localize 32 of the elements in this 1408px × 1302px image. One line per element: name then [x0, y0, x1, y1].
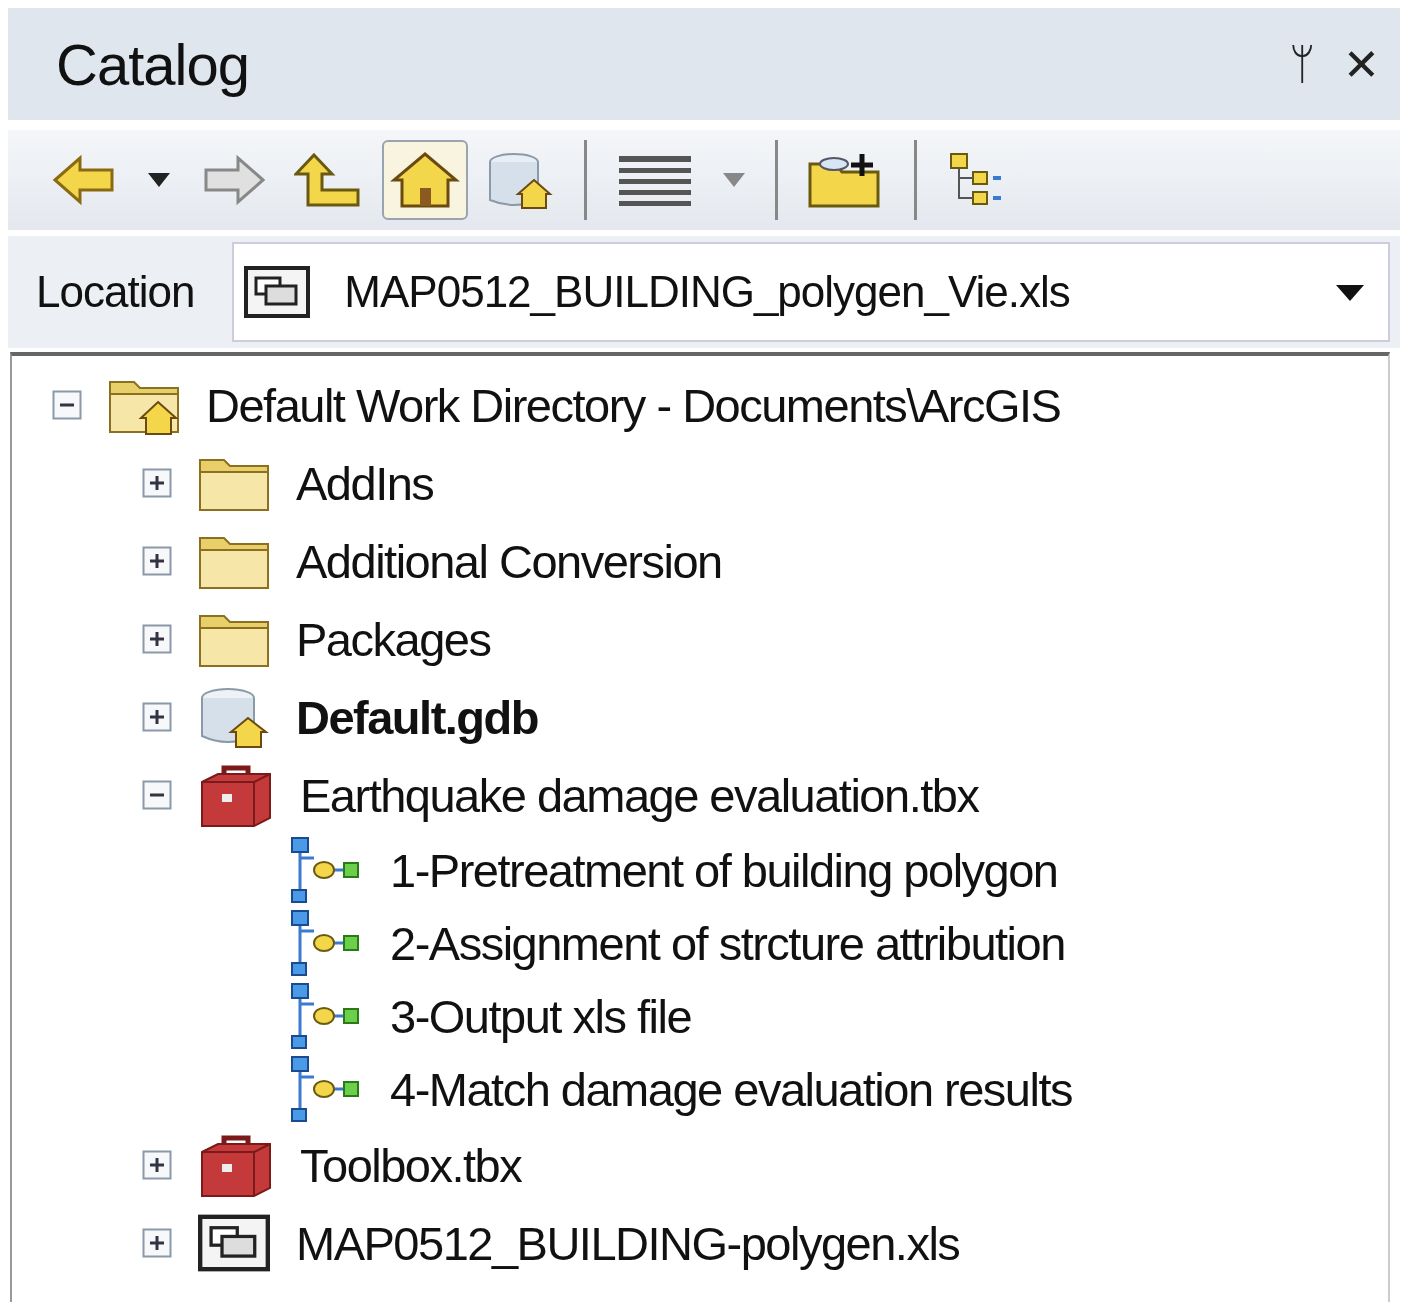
tree-item[interactable]: Packages: [296, 611, 491, 667]
expand-icon[interactable]: [142, 546, 172, 576]
expand-icon[interactable]: [142, 624, 172, 654]
tree-item[interactable]: AddIns: [296, 455, 434, 511]
tree-item[interactable]: Default.gdb: [296, 689, 538, 745]
window-title: Catalog: [56, 30, 250, 98]
table-icon: [198, 1212, 270, 1274]
tree-item[interactable]: Earthquake damage evaluation.tbx: [300, 767, 979, 823]
tree-item[interactable]: Toolbox.tbx: [300, 1137, 522, 1193]
home-icon: [390, 150, 460, 210]
table-icon: [244, 264, 311, 320]
expand-icon[interactable]: [142, 702, 172, 732]
pin-button[interactable]: ᛘ: [1289, 39, 1315, 89]
expand-icon[interactable]: [142, 468, 172, 498]
tree-item[interactable]: MAP0512_BUILDING-polygen.xls: [296, 1215, 960, 1271]
tree-item[interactable]: 3-Output xls file: [390, 989, 692, 1044]
collapse-icon[interactable]: [142, 780, 172, 810]
tree-item[interactable]: Additional Conversion: [296, 533, 722, 589]
caret-icon: [146, 171, 172, 189]
location-field[interactable]: MAP0512_BUILDING_polygen_Vie.xls: [232, 242, 1390, 342]
home-button[interactable]: [382, 140, 468, 220]
close-button[interactable]: ✕: [1343, 38, 1380, 90]
caret-icon: [721, 171, 747, 189]
location-label: Location: [36, 267, 195, 317]
expand-icon[interactable]: [142, 1228, 172, 1258]
tree-item[interactable]: 4-Match damage evaluation results: [390, 1062, 1072, 1117]
expand-icon[interactable]: [142, 1150, 172, 1180]
tree-item[interactable]: Default Work Directory - Documents\ArcGIS: [206, 377, 1061, 433]
tree-item[interactable]: 2-Assignment of strcture attribution: [390, 916, 1065, 971]
tree-item[interactable]: 1-Pretreatment of building polygon: [390, 843, 1058, 898]
collapse-icon[interactable]: [52, 390, 82, 420]
database-icon: [198, 686, 270, 748]
